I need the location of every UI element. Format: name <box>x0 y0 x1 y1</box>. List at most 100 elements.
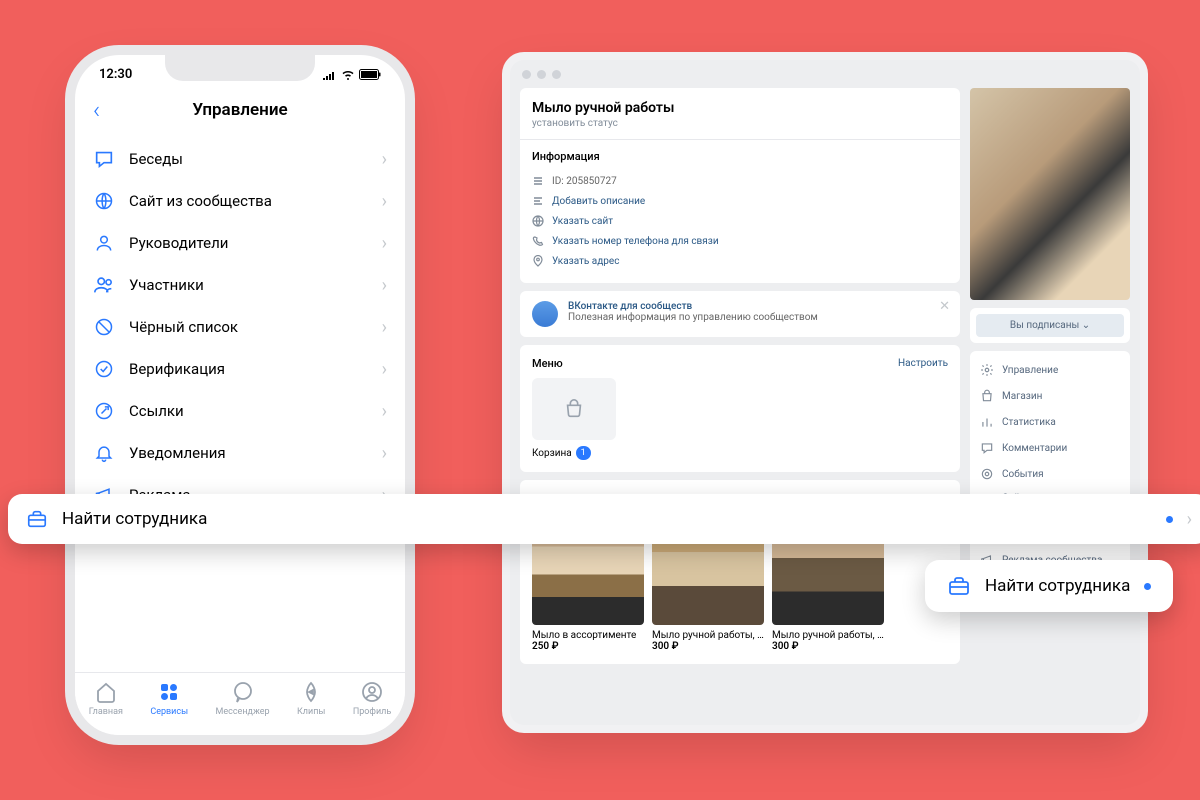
menu-item[interactable]: Чёрный список › <box>75 306 405 348</box>
phone-mockup: 12:30 ‹ Управление Беседы›Сайт из сообще… <box>75 55 405 735</box>
stats-icon <box>980 415 994 429</box>
sidebar-item-label: Комментарии <box>1002 443 1067 454</box>
sidebar-item-label: Управление <box>1002 365 1058 376</box>
product-title: Мыло ручной работы, а... <box>772 630 884 641</box>
traffic-light[interactable] <box>537 70 546 79</box>
profile-icon <box>359 679 385 705</box>
find-employee-item[interactable]: Найти сотрудника › <box>8 494 1200 544</box>
info-section-title: Информация <box>520 139 960 163</box>
sidebar-menu: Управление Магазин Статистика Комментари… <box>970 351 1130 579</box>
find-employee-item-desktop[interactable]: Найти сотрудника <box>925 560 1173 612</box>
tab-label: Главная <box>89 707 123 717</box>
add-site-link[interactable]: Указать сайт <box>532 211 948 231</box>
phone-notch <box>165 55 315 81</box>
chevron-right-icon: › <box>382 443 387 464</box>
sidebar-item[interactable]: События <box>970 461 1130 487</box>
banner-title: ВКонтакте для сообществ <box>568 301 818 312</box>
add-address-link[interactable]: Указать адрес <box>532 251 948 271</box>
find-employee-label: Найти сотрудника <box>62 509 1152 529</box>
community-header-card: Мыло ручной работы установить статус Инф… <box>520 88 960 283</box>
sidebar-item[interactable]: Статистика <box>970 409 1130 435</box>
menu-item-label: Сайт из сообщества <box>129 192 368 210</box>
chevron-down-icon: ⌄ <box>1082 320 1090 331</box>
traffic-light[interactable] <box>552 70 561 79</box>
chevron-right-icon: › <box>382 275 387 296</box>
tab-label: Сервисы <box>150 707 188 717</box>
community-title: Мыло ручной работы <box>532 100 948 116</box>
chat-icon <box>93 148 115 170</box>
tab-Сервисы[interactable]: Сервисы <box>150 679 188 717</box>
menu-item[interactable]: Уведомления › <box>75 432 405 474</box>
link-icon <box>93 400 115 422</box>
briefcase-icon <box>26 508 48 530</box>
chevron-right-icon: › <box>382 191 387 212</box>
globe-icon <box>93 190 115 212</box>
traffic-light[interactable] <box>522 70 531 79</box>
cart-tile[interactable] <box>532 378 616 440</box>
find-employee-label: Найти сотрудника <box>985 576 1130 596</box>
cart-label: Корзина <box>532 448 572 459</box>
info-id-row: ID: 205850727 <box>532 171 948 191</box>
tab-Мессенджер[interactable]: Мессенджер <box>216 679 270 717</box>
status-time: 12:30 <box>99 67 132 82</box>
user-icon <box>93 232 115 254</box>
community-photo[interactable] <box>970 88 1130 300</box>
add-description-link[interactable]: Добавить описание <box>532 191 948 211</box>
menu-section: Меню Настроить Корзина 1 <box>520 345 960 472</box>
banner-subtitle: Полезная информация по управлению сообще… <box>568 312 818 323</box>
menu-item-label: Ссылки <box>129 402 368 420</box>
menu-item[interactable]: Беседы › <box>75 138 405 180</box>
menu-item[interactable]: Ссылки› <box>75 390 405 432</box>
list-icon <box>532 175 544 187</box>
clips-icon <box>298 679 324 705</box>
tab-label: Мессенджер <box>216 707 270 717</box>
menu-configure-link[interactable]: Настроить <box>898 358 948 369</box>
menu-item[interactable]: Сайт из сообщества › <box>75 180 405 222</box>
comment-icon <box>980 441 994 455</box>
chevron-right-icon: › <box>1187 509 1192 530</box>
shop-icon <box>980 389 994 403</box>
chevron-right-icon: › <box>382 359 387 380</box>
product-price: 300 ₽ <box>652 641 764 652</box>
menu-item[interactable]: Верификация › <box>75 348 405 390</box>
menu-item[interactable]: Участники › <box>75 264 405 306</box>
chevron-right-icon: › <box>382 149 387 170</box>
chevron-right-icon: › <box>382 317 387 338</box>
product-price: 300 ₽ <box>772 641 884 652</box>
tab-Профиль[interactable]: Профиль <box>353 679 391 717</box>
sidebar-item[interactable]: Комментарии <box>970 435 1130 461</box>
services-icon <box>156 679 182 705</box>
banner-avatar <box>532 301 558 327</box>
menu-section-title: Меню <box>532 357 563 370</box>
menu-item-label: Участники <box>129 276 368 294</box>
tab-Главная[interactable]: Главная <box>89 679 123 717</box>
chevron-right-icon: › <box>382 233 387 254</box>
menu-item-label: Чёрный список <box>129 318 368 336</box>
menu-item-label: Беседы <box>129 150 368 168</box>
close-icon[interactable]: ✕ <box>939 299 950 314</box>
globe-icon <box>532 215 544 227</box>
page-title: Управление <box>75 100 405 120</box>
tab-label: Профиль <box>353 707 391 717</box>
sidebar-item[interactable]: Управление <box>970 357 1130 383</box>
add-phone-link[interactable]: Указать номер телефона для связи <box>532 231 948 251</box>
phone-header: ‹ Управление <box>75 82 405 138</box>
bell-icon <box>93 442 115 464</box>
subscribe-button[interactable]: Вы подписаны ⌄ <box>976 314 1124 337</box>
sidebar-item[interactable]: Магазин <box>970 383 1130 409</box>
tab-Клипы[interactable]: Клипы <box>297 679 325 717</box>
messenger-icon <box>230 679 256 705</box>
status-icons <box>322 69 381 80</box>
info-banner[interactable]: ВКонтакте для сообществ Полезная информа… <box>520 291 960 337</box>
phone-icon <box>532 235 544 247</box>
product-title: Мыло в ассортименте <box>532 630 644 641</box>
menu-item-label: Уведомления <box>129 444 368 462</box>
tab-label: Клипы <box>297 707 325 717</box>
set-status-link[interactable]: установить статус <box>532 118 948 129</box>
check-circle-icon <box>93 358 115 380</box>
tab-bar: Главная Сервисы Мессенджер Клипы Профиль <box>75 672 405 735</box>
users-icon <box>93 274 115 296</box>
menu-list: Беседы›Сайт из сообщества›Руководители›У… <box>75 138 405 516</box>
menu-item[interactable]: Руководители› <box>75 222 405 264</box>
menu-item-label: Верификация <box>129 360 368 378</box>
